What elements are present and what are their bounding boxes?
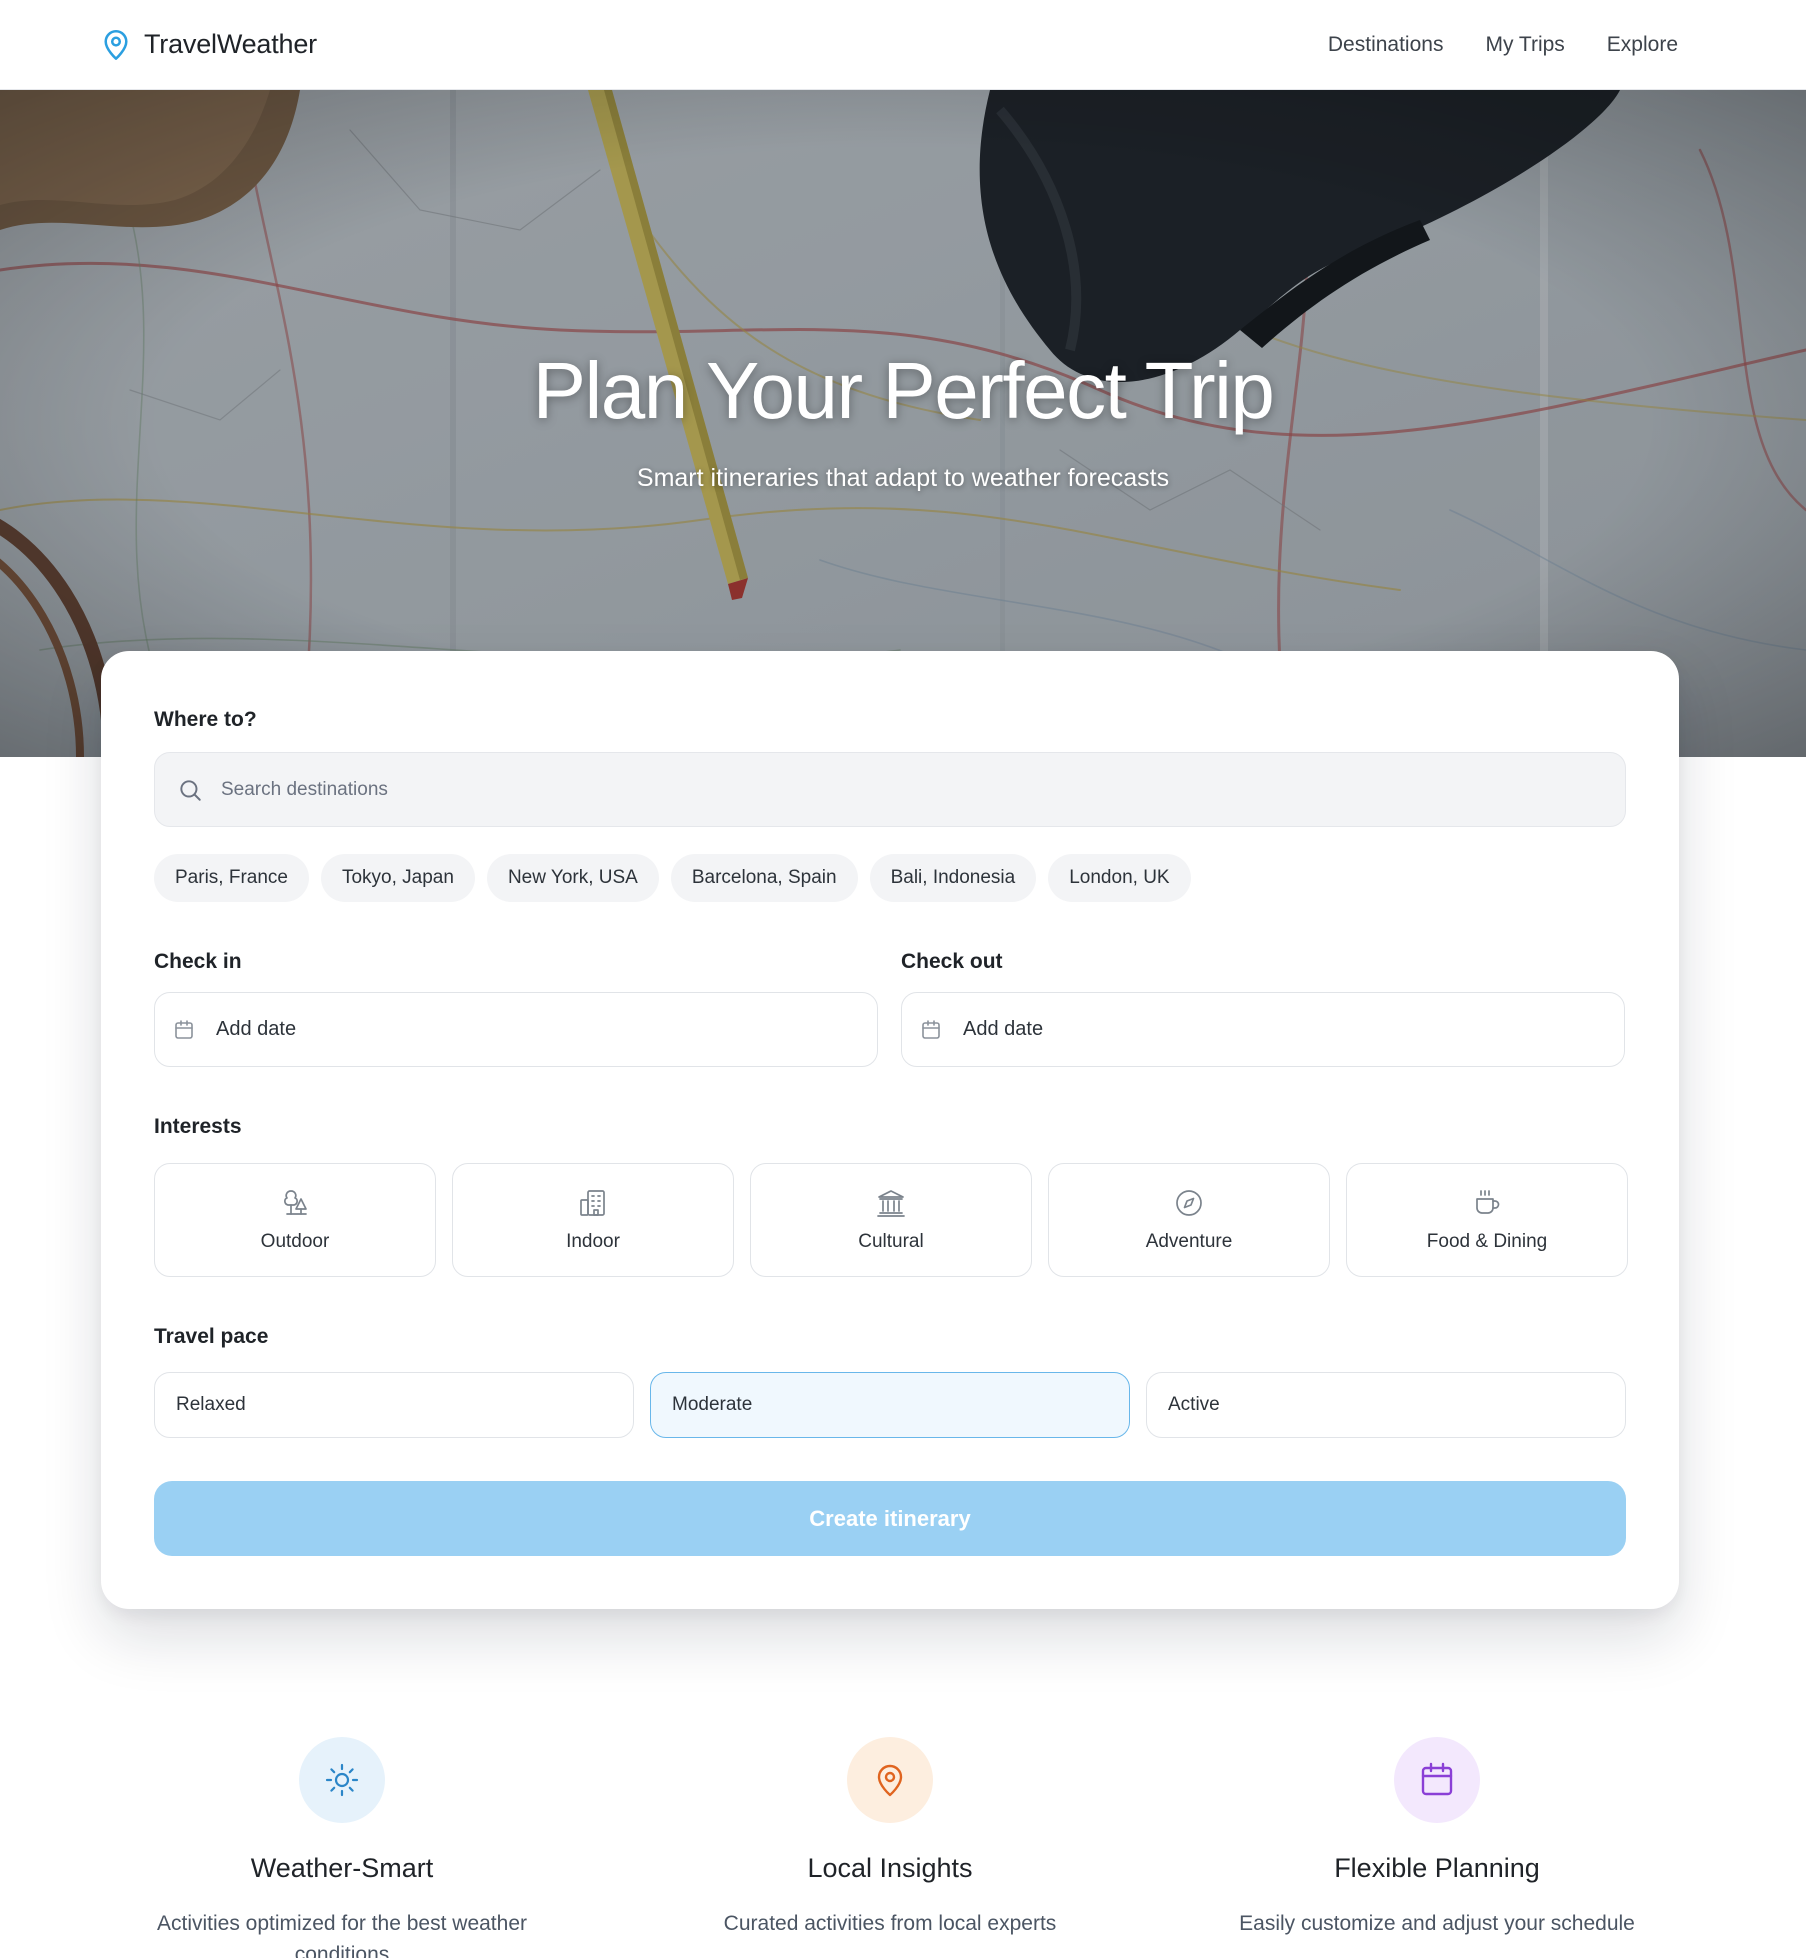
feature-title: Flexible Planning: [1334, 1853, 1540, 1883]
destination-chip[interactable]: London, UK: [1048, 854, 1191, 902]
interest-label: Adventure: [1145, 1231, 1233, 1252]
interest-label: Cultural: [858, 1231, 924, 1252]
interest-outdoor[interactable]: Outdoor: [154, 1163, 436, 1277]
brand[interactable]: TravelWeather: [102, 29, 317, 61]
feature-flexible-planning: Flexible Planning Easily customize and a…: [1187, 1737, 1687, 1939]
calendar-icon: [1421, 1762, 1453, 1796]
destination-chip[interactable]: Tokyo, Japan: [320, 854, 475, 902]
destination-search[interactable]: [154, 752, 1626, 827]
brand-name: TravelWeather: [144, 29, 317, 59]
interest-adventure[interactable]: Adventure: [1048, 1163, 1330, 1277]
sun-icon: [325, 1763, 359, 1797]
compass-icon: [1173, 1187, 1205, 1219]
hero-subtitle: Smart itineraries that adapt to weather …: [636, 464, 1170, 492]
create-itinerary-button[interactable]: Create itinerary: [154, 1481, 1626, 1556]
check-in-value: Add date: [216, 1018, 297, 1040]
feature-title: Local Insights: [807, 1853, 973, 1883]
feature-description: Easily customize and adjust your schedul…: [1239, 1912, 1635, 1935]
map-pin-icon: [102, 29, 130, 61]
feature-icon-badge: [1394, 1737, 1480, 1823]
search-input[interactable]: [221, 778, 1571, 801]
pace-option-active[interactable]: Active: [1146, 1372, 1626, 1438]
coffee-icon: [1471, 1187, 1503, 1219]
pace-option-relaxed[interactable]: Relaxed: [154, 1372, 634, 1438]
main-nav: Destinations My Trips Explore: [1328, 33, 1678, 57]
destination-chip[interactable]: New York, USA: [486, 854, 659, 902]
pace-option-moderate[interactable]: Moderate: [650, 1372, 1130, 1438]
feature-title: Weather-Smart: [250, 1853, 434, 1883]
interest-label: Outdoor: [260, 1231, 330, 1252]
feature-icon-badge: [847, 1737, 933, 1823]
check-out-label: Check out: [901, 950, 1003, 973]
nav-destinations[interactable]: Destinations: [1328, 33, 1444, 57]
interest-indoor[interactable]: Indoor: [452, 1163, 734, 1277]
interests-grid: Outdoor Indoor Cultural Adventure Food &…: [154, 1163, 1628, 1277]
feature-local-insights: Local Insights Curated activities from l…: [640, 1737, 1140, 1939]
travel-pace-label: Travel pace: [154, 1325, 269, 1348]
interest-food-dining[interactable]: Food & Dining: [1346, 1163, 1628, 1277]
where-to-label: Where to?: [154, 708, 257, 731]
nav-explore[interactable]: Explore: [1607, 33, 1678, 57]
destination-chip[interactable]: Barcelona, Spain: [670, 854, 858, 902]
check-out-value: Add date: [963, 1018, 1044, 1040]
popular-destinations: Paris, France Tokyo, Japan New York, USA…: [154, 854, 1191, 902]
interest-cultural[interactable]: Cultural: [750, 1163, 1032, 1277]
map-pin-icon: [877, 1764, 903, 1797]
feature-description: Activities optimized for the best weathe…: [156, 1912, 527, 1958]
hero-title: Plan Your Perfect Trip: [532, 346, 1275, 435]
search-icon: [177, 777, 203, 803]
interests-label: Interests: [154, 1115, 242, 1138]
building-icon: [577, 1187, 609, 1219]
destination-chip[interactable]: Bali, Indonesia: [869, 854, 1037, 902]
feature-icon-badge: [299, 1737, 385, 1823]
interest-label: Food & Dining: [1426, 1231, 1548, 1252]
feature-weather-smart: Weather-Smart Activities optimized for t…: [92, 1737, 592, 1958]
destination-chip[interactable]: Paris, France: [154, 854, 309, 902]
landmark-icon: [875, 1187, 907, 1219]
calendar-icon: [919, 1018, 943, 1042]
check-in-label: Check in: [154, 950, 242, 973]
trip-planner-card: Where to? Paris, France Tokyo, Japan New…: [101, 651, 1679, 1609]
feature-description: Curated activities from local experts: [723, 1912, 1057, 1935]
top-header: TravelWeather Destinations My Trips Expl…: [0, 0, 1806, 90]
trees-icon: [279, 1187, 311, 1219]
interest-label: Indoor: [566, 1231, 620, 1252]
check-out-field[interactable]: Add date: [901, 992, 1625, 1067]
travel-pace-options: Relaxed Moderate Active: [154, 1372, 1626, 1438]
nav-my-trips[interactable]: My Trips: [1485, 33, 1564, 57]
calendar-icon: [172, 1018, 196, 1042]
check-in-field[interactable]: Add date: [154, 992, 878, 1067]
